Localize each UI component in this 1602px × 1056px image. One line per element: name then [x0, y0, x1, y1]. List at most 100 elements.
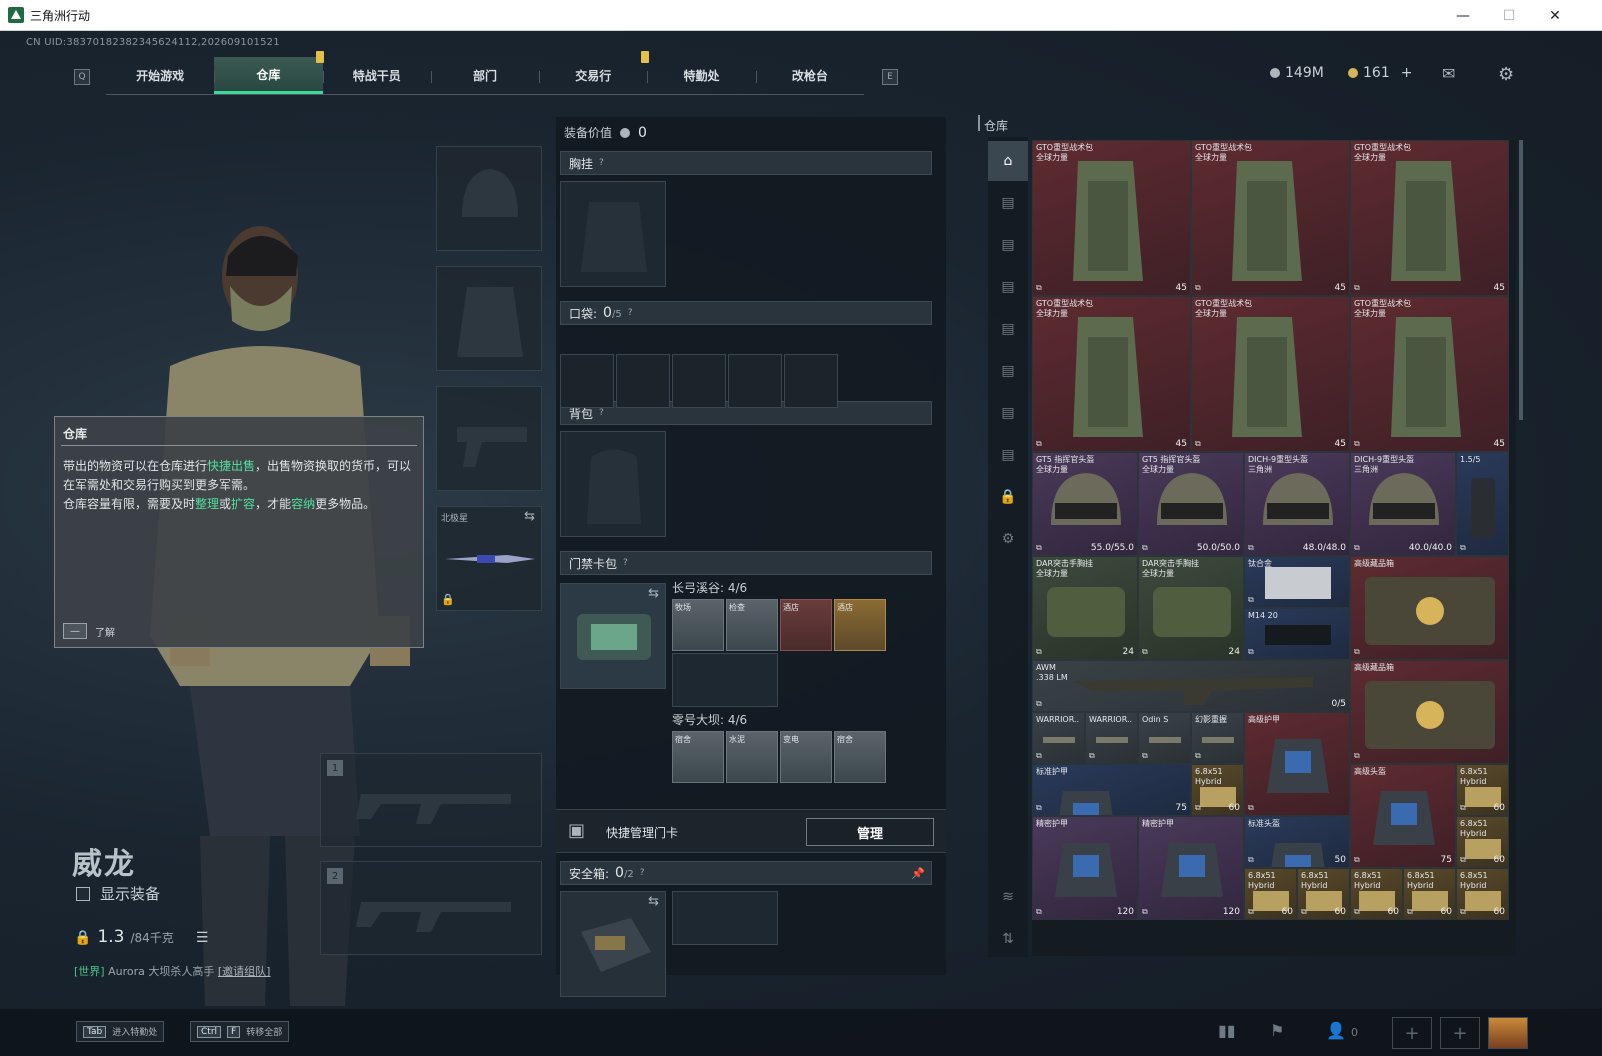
chest-rig-slot[interactable] — [560, 181, 666, 287]
warehouse-item[interactable]: 6.8x51 Hybrid 60 ⧉ — [1244, 868, 1297, 920]
help-icon[interactable]: ? — [599, 158, 604, 168]
add-gold-button[interactable]: + — [1401, 65, 1413, 81]
warehouse-item[interactable]: GTO重型战术包 全球力量 45 ⧉ — [1191, 296, 1350, 452]
tab-operators[interactable]: 特战干员 — [315, 51, 431, 94]
warehouse-item[interactable]: 高级护甲 ⧉ — [1244, 712, 1350, 816]
keycard-item[interactable]: 牧场 — [672, 599, 724, 651]
show-equipment-checkbox[interactable] — [76, 886, 90, 901]
warehouse-item[interactable]: 6.8x51 Hybrid 60 ⧉ — [1456, 816, 1509, 868]
swap-icon[interactable]: ⇆ — [524, 509, 535, 524]
warehouse-tab-4[interactable]: ▤ — [988, 309, 1028, 349]
warehouse-item[interactable]: GTO重型战术包 全球力量 45 ⧉ — [1032, 140, 1191, 296]
warehouse-item[interactable]: 标准头盔 50 ⧉ — [1244, 816, 1350, 868]
tab-gunsmith[interactable]: 改枪台 — [755, 57, 864, 94]
help-icon[interactable]: ? — [623, 558, 628, 568]
warehouse-item[interactable]: 钛合金 ⧉ — [1244, 556, 1350, 608]
warehouse-settings-icon[interactable]: ⚙ — [988, 519, 1028, 559]
transfer-all-hint[interactable]: Ctrl F 转移全部 — [190, 1021, 290, 1042]
help-icon[interactable]: ? — [640, 868, 645, 878]
pocket-slot[interactable] — [784, 354, 838, 408]
warehouse-item[interactable]: 高级藏品箱 ⧉ — [1350, 556, 1509, 660]
sort-icon[interactable]: ⇅ — [988, 919, 1028, 959]
list-icon[interactable]: ☰ — [196, 930, 209, 946]
warehouse-scrollbar[interactable] — [1519, 140, 1523, 420]
warehouse-item[interactable]: Odin S ⧉ — [1138, 712, 1191, 764]
settings-gear-icon[interactable]: ⚙ — [1498, 64, 1514, 85]
pocket-slot[interactable] — [728, 354, 782, 408]
close-button[interactable]: ✕ — [1532, 0, 1578, 31]
player-avatar[interactable] — [1488, 1017, 1528, 1049]
warehouse-item[interactable]: GTO重型战术包 全球力量 45 ⧉ — [1032, 296, 1191, 452]
secondary-weapon-slot[interactable]: 2 — [320, 861, 542, 955]
keycard-empty-slot[interactable] — [672, 653, 778, 707]
team-icon[interactable]: 👤 0 — [1326, 1021, 1358, 1040]
keycard-item[interactable]: 水泥 — [726, 731, 778, 783]
armor-slot[interactable] — [436, 266, 542, 371]
warehouse-tab-7[interactable]: ▤ — [988, 435, 1028, 475]
safe-box-slot[interactable]: ⇆ — [560, 891, 666, 997]
add-teammate-button[interactable]: + — [1440, 1017, 1480, 1049]
flag-icon[interactable]: ⚑ — [1270, 1021, 1284, 1040]
pin-icon[interactable]: 📌 — [911, 867, 925, 880]
warehouse-item[interactable]: DAR突击手胸挂 全球力量 24 ⧉ — [1138, 556, 1244, 660]
warehouse-item[interactable]: GT5 指挥官头盔 全球力量 55.0/55.0 ⧉ — [1032, 452, 1138, 556]
warehouse-item[interactable]: 幻影重握 ⧉ — [1191, 712, 1244, 764]
warehouse-item[interactable]: 6.8x51 Hybrid 60 ⧉ — [1456, 764, 1509, 816]
maximize-button[interactable]: ☐ — [1486, 0, 1532, 31]
tooltip-confirm[interactable]: — 了解 — [63, 623, 115, 639]
tab-trading[interactable]: 交易行 — [539, 57, 647, 94]
keycard-item[interactable]: 酒店 — [834, 599, 886, 651]
keycard-item[interactable]: 酒店 — [780, 599, 832, 651]
warehouse-item[interactable]: 6.8x51 Hybrid 60 ⧉ — [1350, 868, 1403, 920]
warehouse-item[interactable]: GTO重型战术包 全球力量 45 ⧉ — [1350, 296, 1509, 452]
add-teammate-button[interactable]: + — [1392, 1017, 1432, 1049]
warehouse-item[interactable]: AWM .338 LM 0/5 ⧉ — [1032, 660, 1350, 712]
primary-weapon-slot[interactable]: 1 — [320, 753, 542, 847]
warehouse-all-tab[interactable]: ⌂ — [988, 141, 1028, 181]
warehouse-item[interactable]: GTO重型战术包 全球力量 45 ⧉ — [1350, 140, 1509, 296]
warehouse-tab-5[interactable]: ▤ — [988, 351, 1028, 391]
invite-team-link[interactable]: [邀请组队] — [218, 965, 271, 978]
help-icon[interactable]: ? — [599, 408, 604, 418]
warehouse-item[interactable]: M14 20 ⧉ — [1244, 608, 1350, 660]
keycard-item[interactable]: 检查 — [726, 599, 778, 651]
tab-start-game[interactable]: 开始游戏 — [106, 57, 214, 94]
stats-icon[interactable]: ▮▮ — [1218, 1021, 1236, 1040]
mail-icon[interactable]: ✉ — [1442, 64, 1455, 83]
warehouse-item[interactable]: DICH-9重型头盔 三角洲 40.0/40.0 ⧉ — [1350, 452, 1456, 556]
swap-icon[interactable]: ⇆ — [648, 586, 659, 601]
warehouse-tab-3[interactable]: ▤ — [988, 267, 1028, 307]
warehouse-item[interactable]: WARRIOR.. ⧉ — [1085, 712, 1138, 764]
warehouse-tab-1[interactable]: ▤ — [988, 183, 1028, 223]
help-icon[interactable]: ? — [628, 308, 633, 318]
warehouse-item[interactable]: 精密护甲 120 ⧉ — [1138, 816, 1244, 920]
pocket-slot[interactable] — [672, 354, 726, 408]
warehouse-item[interactable]: 6.8x51 Hybrid 60 ⧉ — [1456, 868, 1509, 920]
warehouse-item[interactable]: 高级头盔 75 ⧉ — [1350, 764, 1456, 868]
warehouse-item[interactable]: 高级藏品箱 ⧉ — [1350, 660, 1509, 764]
keycard-item[interactable]: 宿舍 — [834, 731, 886, 783]
tab-department[interactable]: 部门 — [430, 57, 539, 94]
warehouse-item[interactable]: WARRIOR.. ⧉ — [1032, 712, 1085, 764]
swap-icon[interactable]: ⇆ — [648, 894, 659, 909]
warehouse-item[interactable]: 6.8x51 Hybrid 60 ⧉ — [1191, 764, 1244, 816]
safe-box-storage[interactable] — [672, 891, 778, 945]
nav-right-key[interactable]: E — [882, 69, 898, 85]
manage-keycards-button[interactable]: 管理 — [806, 818, 934, 846]
warehouse-item[interactable]: DAR突击手胸挂 全球力量 24 ⧉ — [1032, 556, 1138, 660]
warehouse-tab-6[interactable]: ▤ — [988, 393, 1028, 433]
minimize-button[interactable]: — — [1440, 0, 1486, 31]
nav-left-key[interactable]: Q — [74, 69, 90, 85]
warehouse-item[interactable]: DICH-9重型头盔 三角洲 48.0/48.0 ⧉ — [1244, 452, 1350, 556]
helmet-slot[interactable] — [436, 146, 542, 251]
warehouse-item[interactable]: 1.5/5 ⧉ — [1456, 452, 1509, 556]
pocket-slot[interactable] — [616, 354, 670, 408]
tab-special-ops[interactable]: 特勤处 — [641, 51, 755, 94]
pistol-slot[interactable] — [436, 386, 542, 491]
world-chat-line[interactable]: [世界] Aurora 大坝杀人高手 [邀请组队] — [74, 963, 270, 979]
warehouse-item[interactable]: GTO重型战术包 全球力量 45 ⧉ — [1191, 140, 1350, 296]
warehouse-item[interactable]: 6.8x51 Hybrid 60 ⧉ — [1297, 868, 1350, 920]
keycard-item[interactable]: 变电 — [780, 731, 832, 783]
tab-warehouse[interactable]: 仓库 — [214, 57, 323, 94]
keycard-pack-slot[interactable]: ⇆ — [560, 583, 666, 689]
